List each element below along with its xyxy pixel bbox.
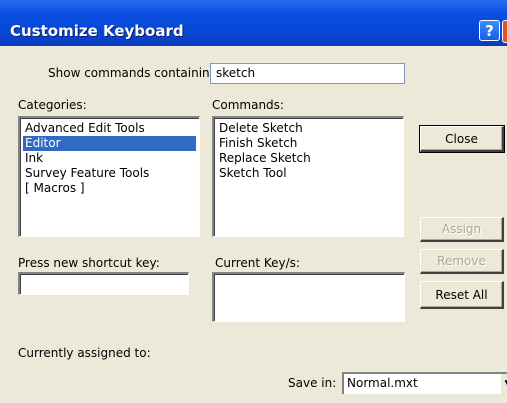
list-item[interactable]: Editor (23, 136, 196, 151)
remove-button[interactable]: Remove (420, 249, 504, 274)
list-item[interactable]: Sketch Tool (217, 166, 400, 181)
close-dialog-button[interactable]: Close (419, 125, 505, 153)
save-in-label: Save in: (288, 376, 337, 390)
assign-button[interactable]: Assign (420, 217, 504, 242)
search-input-value: sketch (216, 66, 256, 80)
list-item[interactable]: Survey Feature Tools (23, 166, 196, 181)
list-item[interactable]: [ Macros ] (23, 181, 196, 196)
list-item[interactable]: Advanced Edit Tools (23, 121, 196, 136)
search-input[interactable]: sketch (210, 63, 405, 84)
shortcut-input[interactable] (18, 272, 189, 295)
list-item[interactable]: Finish Sketch (217, 136, 400, 151)
commands-list[interactable]: Delete Sketch Finish Sketch Replace Sket… (212, 116, 404, 237)
current-keys-list[interactable] (212, 272, 405, 322)
list-item[interactable]: Ink (23, 151, 196, 166)
save-in-value: Normal.mxt (347, 376, 418, 390)
chevron-down-icon[interactable]: ▼ (500, 374, 507, 394)
list-item[interactable]: Delete Sketch (217, 121, 400, 136)
close-button[interactable] (502, 20, 507, 43)
list-item[interactable]: Replace Sketch (217, 151, 400, 166)
categories-label: Categories: (18, 98, 87, 112)
window-title: Customize Keyboard (10, 22, 184, 40)
help-icon[interactable]: ? (479, 20, 500, 41)
reset-all-button[interactable]: Reset All (420, 281, 504, 309)
shortcut-label: Press new shortcut key: (18, 256, 160, 270)
assigned-label: Currently assigned to: (18, 346, 151, 360)
categories-list[interactable]: Advanced Edit Tools Editor Ink Survey Fe… (18, 116, 200, 237)
save-in-select[interactable]: Normal.mxt ▼ (342, 372, 507, 394)
current-keys-label: Current Key/s: (215, 256, 300, 270)
title-bar: Customize Keyboard ? (0, 0, 507, 46)
commands-label: Commands: (212, 98, 284, 112)
search-label: Show commands containing: (48, 66, 222, 80)
